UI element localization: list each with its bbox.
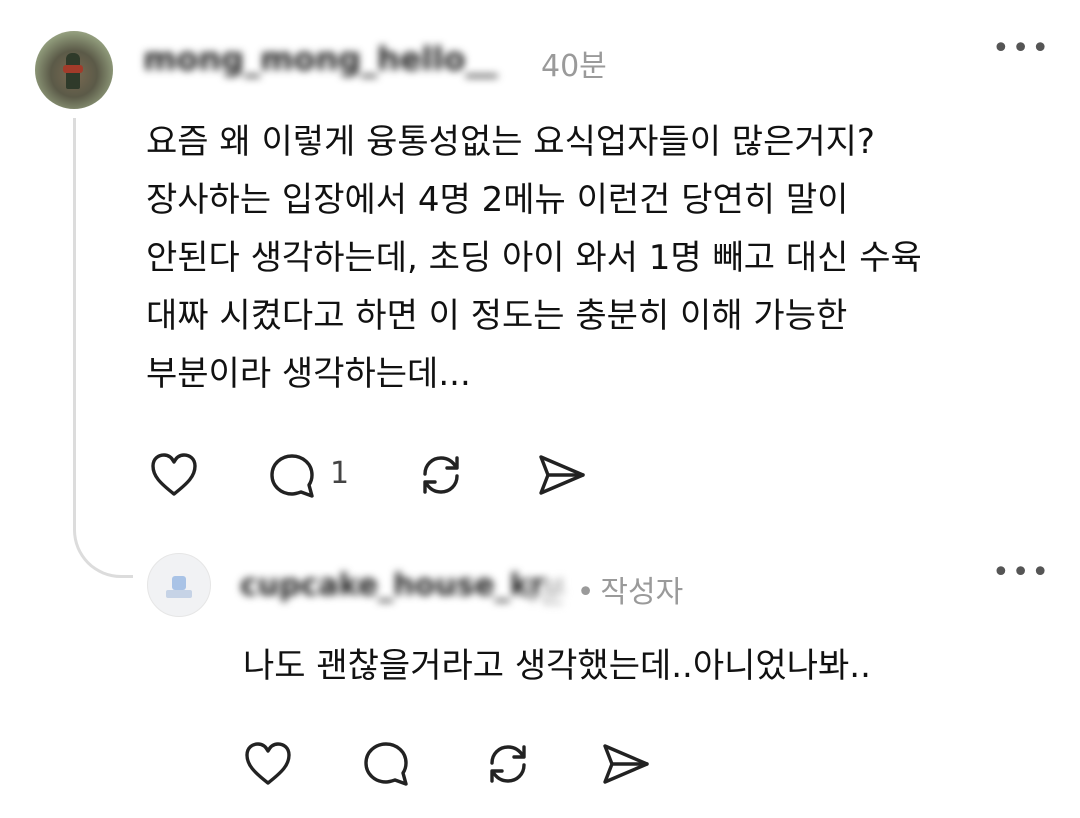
username[interactable]: mong_mong_hello__: [143, 40, 497, 78]
comment-bubble-icon[interactable]: [362, 740, 412, 788]
timestamp: 4분: [520, 575, 567, 610]
comment-line: 부분이라 생각하는데...: [146, 354, 471, 394]
send-icon[interactable]: [536, 452, 588, 498]
comment-bubble-icon[interactable]: [268, 452, 318, 500]
comment-line: 요즘 왜 이렇게 융통성없는 요식업자들이 많은거지?: [146, 122, 875, 162]
repost-icon[interactable]: [482, 739, 534, 789]
more-options-icon[interactable]: •••: [992, 558, 1051, 588]
avatar[interactable]: [147, 553, 211, 617]
avatar-figure-accent: [63, 65, 83, 73]
comment-line: 안된다 생각하는데, 초딩 아이 와서 1명 빼고 대신 수육: [146, 238, 922, 278]
avatar-shape: [172, 576, 186, 590]
avatar-shape: [166, 590, 192, 598]
repost-icon[interactable]: [415, 450, 467, 500]
reply-body: 나도 괜찮을거라고 생각했는데..아니었나봐..: [243, 646, 871, 686]
author-badge: 작성자: [600, 575, 684, 610]
avatar[interactable]: [35, 31, 113, 109]
comment-body: 요즘 왜 이렇게 융통성없는 요식업자들이 많은거지? 장사하는 입장에서 4명…: [146, 113, 1046, 403]
timestamp: 40분: [541, 49, 607, 84]
thread-connector-line: [73, 118, 133, 578]
send-icon[interactable]: [600, 741, 652, 787]
comment-count: 1: [330, 456, 350, 491]
reply-meta: 4분 • 작성자: [520, 567, 683, 611]
comment-line: 장사하는 입장에서 4명 2메뉴 이런건 당연히 말이: [146, 180, 849, 220]
more-options-icon[interactable]: •••: [992, 34, 1051, 64]
separator: •: [576, 575, 595, 610]
username[interactable]: cupcake_house_kr: [240, 568, 544, 603]
heart-icon[interactable]: [244, 741, 292, 787]
heart-icon[interactable]: [150, 452, 198, 498]
comment-line: 대짜 시켰다고 하면 이 정도는 충분히 이해 가능한: [146, 296, 848, 336]
